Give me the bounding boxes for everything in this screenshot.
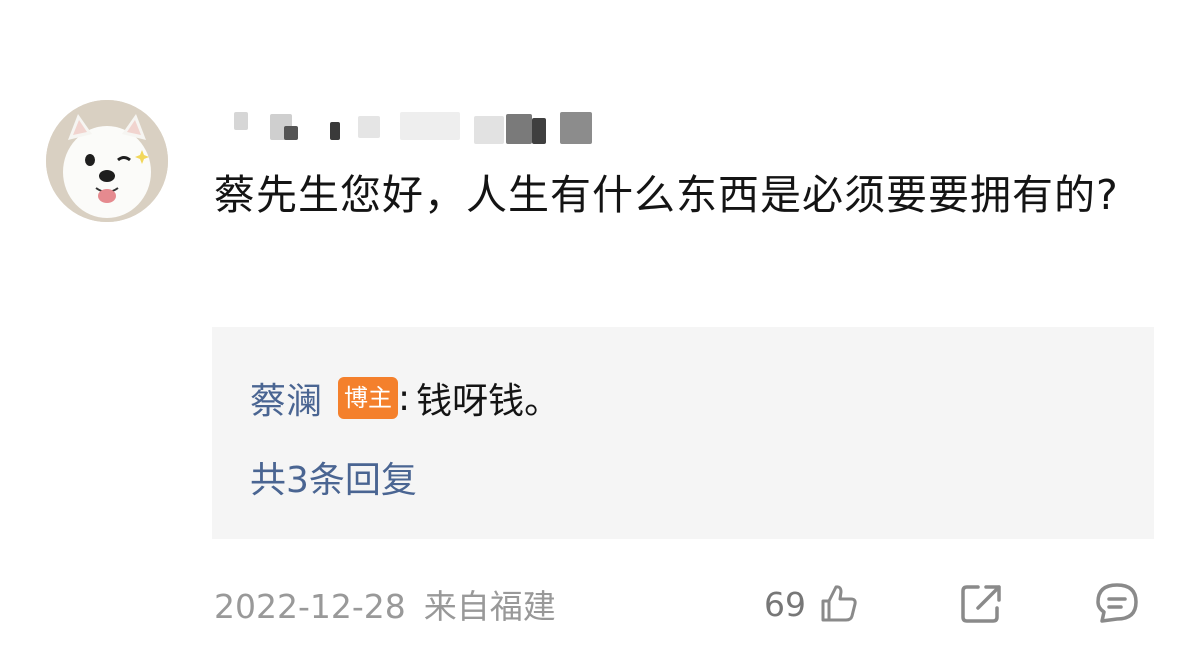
comment-location: 来自福建 [423,587,556,626]
view-replies-link[interactable]: 共3条回复 [250,451,417,503]
comment-icon[interactable] [1093,580,1141,626]
samoyed-dog-avatar [46,100,168,222]
like-button[interactable]: 69 [764,582,860,626]
username-censored[interactable] [228,104,608,144]
reply-author[interactable]: 蔡澜 [250,372,322,424]
comment-meta: 2022-12-28 来自福建 [214,580,556,628]
comment-date: 2022-12-28 [214,587,406,626]
reply-separator: : [398,377,411,419]
comment-text: 蔡先生您好，人生有什么东西是必须要要拥有的? [214,171,1119,219]
thumbs-up-icon [821,585,857,622]
like-count: 69 [764,584,806,624]
share-icon[interactable] [958,580,1006,626]
avatar[interactable] [46,100,168,222]
reply-line: 蔡澜 博主 : 钱呀钱。 [250,373,560,423]
reply-text: 钱呀钱。 [416,381,561,422]
reply-preview[interactable]: 蔡澜 博主 : 钱呀钱。 共3条回复 [212,327,1154,539]
author-badge: 博主 [338,377,399,419]
